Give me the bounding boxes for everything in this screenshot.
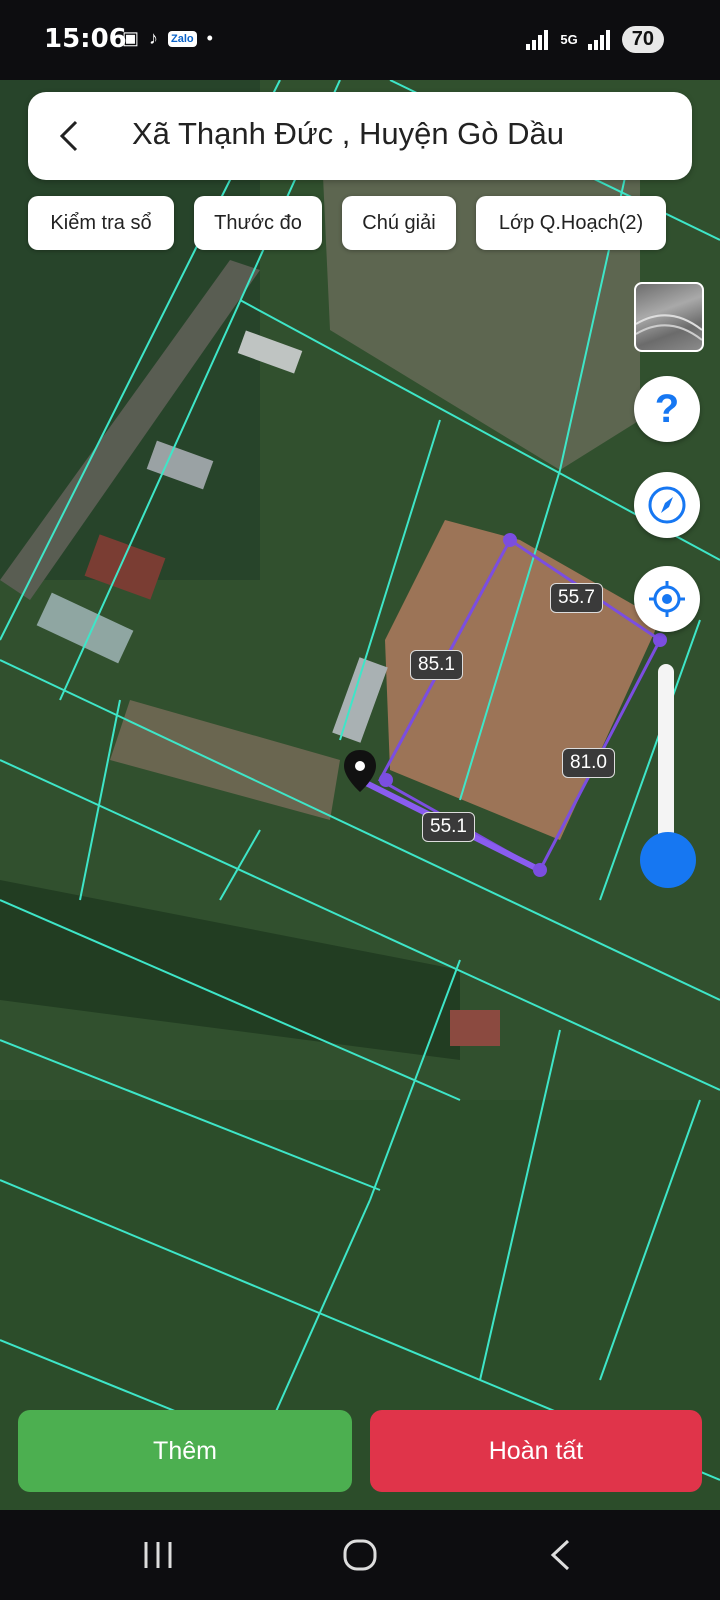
back-arrow-icon[interactable] <box>48 114 92 158</box>
chip-planning-layer[interactable]: Lớp Q.Hoạch(2) <box>476 196 666 250</box>
add-button[interactable]: Thêm <box>18 1410 352 1492</box>
tiktok-icon: ♪ <box>149 28 159 48</box>
system-navigation-bar <box>0 1510 720 1600</box>
network-type: 5G <box>560 32 578 47</box>
signal-icon-2 <box>587 29 610 50</box>
location-search-bar[interactable]: Xã Thạnh Đức , Huyện Gò Dầu <box>28 92 692 180</box>
crosshair-icon <box>649 581 685 617</box>
edge-length-right: 81.0 <box>562 748 615 778</box>
battery-level: 70 <box>621 26 664 53</box>
compass-button[interactable] <box>634 472 700 538</box>
back-nav-icon[interactable] <box>548 1538 572 1572</box>
status-time: 15:06 <box>44 24 127 54</box>
building <box>450 1010 500 1046</box>
chip-ruler[interactable]: Thước đo <box>194 196 322 250</box>
edge-length-top: 55.7 <box>550 583 603 613</box>
edge-length-bottom: 55.1 <box>422 812 475 842</box>
edge-length-left: 85.1 <box>410 650 463 680</box>
status-bar: 15:06 ▣ ♪ Zalo • 5G 70 <box>0 0 720 80</box>
screenshot-icon: ▣ <box>122 28 140 48</box>
compass-icon <box>648 486 686 524</box>
dot-icon: • <box>206 28 213 48</box>
recent-apps-icon[interactable] <box>142 1538 174 1572</box>
home-icon[interactable] <box>342 1538 378 1572</box>
satellite-map[interactable] <box>0 80 720 1510</box>
my-location-button[interactable] <box>634 566 700 632</box>
chip-check-book[interactable]: Kiểm tra sổ <box>28 196 174 250</box>
help-icon: ? <box>654 386 680 431</box>
location-title: Xã Thạnh Đức , Huyện Gò Dầu <box>132 116 565 151</box>
notification-icons: ▣ ♪ Zalo • <box>122 28 213 49</box>
help-button[interactable]: ? <box>634 376 700 442</box>
layer-preview-icon <box>636 314 702 341</box>
map-layer-thumbnail[interactable] <box>634 282 704 352</box>
signal-icon <box>526 29 549 50</box>
zalo-icon: Zalo <box>168 30 197 47</box>
finish-button[interactable]: Hoàn tất <box>370 1410 702 1492</box>
chip-legend[interactable]: Chú giải <box>342 196 456 250</box>
map-canvas <box>0 80 720 1510</box>
system-icons: 5G 70 <box>526 26 664 53</box>
zoom-slider-handle[interactable] <box>640 832 696 888</box>
